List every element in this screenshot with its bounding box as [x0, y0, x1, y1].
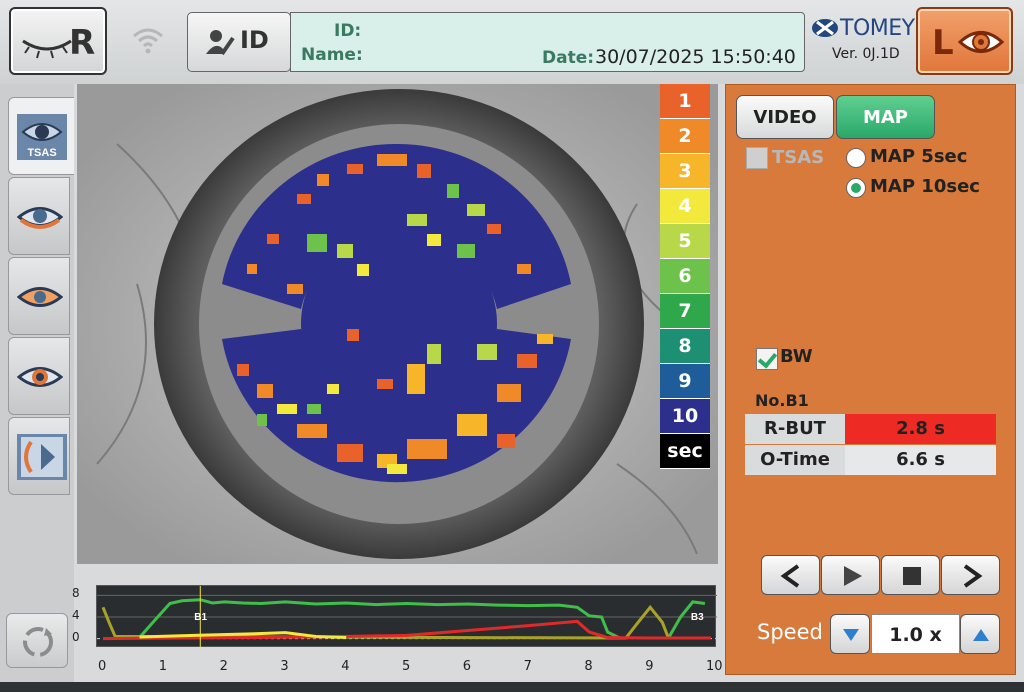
left-eye-button[interactable]: L	[916, 7, 1013, 75]
patient-info-panel: ID: Name: Date: 30/07/2025 15:50:40	[290, 12, 805, 72]
legend-item-8: 8	[660, 329, 710, 364]
eye-upper-tool-button[interactable]	[8, 177, 70, 255]
map-10sec-label: MAP 10sec	[870, 176, 980, 197]
x-tick-label: 6	[462, 659, 472, 674]
y-tick-label: 0	[72, 629, 80, 644]
eye-upper-icon	[17, 207, 63, 229]
next-button[interactable]	[941, 555, 1000, 595]
map-5sec-label: MAP 5sec	[870, 146, 968, 167]
x-tick-label: 4	[341, 659, 350, 674]
chevron-left-icon	[780, 564, 800, 588]
open-eye-icon	[958, 31, 1004, 53]
legend-item-1: 1	[660, 84, 710, 119]
legend-item-7: 7	[660, 294, 710, 329]
id-label: ID:	[334, 21, 362, 41]
rbut-label: R-BUT	[745, 414, 845, 444]
stop-icon	[903, 567, 921, 585]
previous-button[interactable]	[761, 555, 820, 595]
otime-value: 6.6 s	[845, 445, 996, 475]
version-label: Ver. 0J.1D	[832, 46, 900, 62]
play-icon	[844, 566, 862, 586]
marker-label: B3	[691, 612, 704, 623]
speed-value: 1.0 x	[871, 614, 960, 654]
eye-map-image	[77, 84, 718, 564]
eye-lower-icon	[17, 287, 63, 307]
id-button-label: ID	[240, 26, 269, 54]
x-tick-label: 10	[706, 659, 723, 674]
right-eye-label: R	[69, 23, 96, 63]
patient-id-button[interactable]: ID	[187, 12, 291, 72]
legend-item-9: 9	[660, 364, 710, 399]
wifi-icon	[133, 28, 163, 54]
video-meibo-tool-button[interactable]	[8, 417, 70, 495]
x-tick-label: 7	[523, 659, 532, 674]
left-eye-label: L	[932, 23, 954, 63]
map-5sec-radio[interactable]	[846, 148, 866, 168]
name-label: Name:	[301, 45, 363, 65]
brand-name: TOMEY	[840, 16, 915, 41]
bw-checkbox[interactable]	[756, 348, 778, 370]
rbut-value: 2.8 s	[845, 414, 996, 444]
map-10sec-radio[interactable]	[846, 178, 866, 198]
bottom-bar	[0, 682, 1024, 692]
but-graph-plot: B1 B3	[97, 586, 717, 648]
x-tick-label: 1	[158, 659, 168, 674]
x-tick-label: 8	[584, 659, 593, 674]
user-edit-icon	[206, 30, 235, 56]
legend-item-4: 4	[660, 189, 710, 224]
y-tick-label: 4	[72, 608, 80, 622]
triangle-up-icon	[973, 629, 989, 641]
play-button[interactable]	[821, 555, 880, 595]
tsas-checkbox[interactable]	[746, 147, 768, 169]
eye-iris-icon	[17, 367, 63, 387]
marker-label: B1	[194, 612, 207, 623]
x-tick-label: 0	[98, 659, 107, 674]
tomey-logo-icon	[812, 19, 838, 37]
y-tick-label: 8	[72, 586, 80, 601]
eye-lower-tool-button[interactable]	[8, 257, 70, 335]
measurement-number: No.B1	[755, 391, 809, 410]
x-tick-label: 2	[219, 659, 228, 674]
date-value: 30/07/2025 15:50:40	[595, 46, 796, 68]
triangle-down-icon	[843, 629, 859, 641]
eye-iris-tool-button[interactable]	[8, 337, 70, 415]
but-graph: B1 B3	[96, 585, 717, 648]
otime-label: O-Time	[745, 445, 845, 475]
stop-button[interactable]	[881, 555, 940, 595]
series-line-0	[138, 598, 626, 640]
legend-item-10: 10	[660, 399, 710, 434]
video-meibo-icon	[17, 434, 67, 480]
bw-checkbox-label: BW	[780, 346, 813, 367]
x-tick-label: 5	[402, 659, 411, 674]
tsas-tool-button[interactable]: TSAS	[8, 97, 74, 175]
speed-label: Speed	[757, 620, 823, 644]
legend-item-2: 2	[660, 119, 710, 154]
right-eye-button[interactable]: R	[9, 7, 107, 75]
speed-down-button[interactable]	[830, 614, 870, 654]
video-mode-button[interactable]: VIDEO	[736, 95, 834, 139]
date-label: Date:	[542, 48, 595, 68]
refresh-button[interactable]	[6, 613, 68, 668]
speed-up-button[interactable]	[960, 614, 1000, 654]
legend-item-6: 6	[660, 259, 710, 294]
x-tick-label: 3	[280, 659, 289, 674]
legend-item-sec: sec	[660, 434, 710, 469]
x-tick-label: 9	[645, 659, 654, 674]
closed-eye-icon	[22, 39, 72, 59]
legend-item-5: 5	[660, 224, 710, 259]
refresh-icon	[23, 627, 53, 657]
chevron-right-icon	[963, 564, 983, 588]
tsas-tool-label: TSAS	[27, 147, 56, 159]
time-legend: 1 2 3 4 5 6 7 8 9 10 sec	[660, 84, 710, 480]
eye-image-viewer[interactable]	[77, 84, 718, 564]
map-mode-button[interactable]: MAP	[836, 95, 935, 139]
legend-item-3: 3	[660, 154, 710, 189]
tsas-checkbox-label: TSAS	[772, 147, 825, 168]
tsas-tool-icon: TSAS	[17, 114, 67, 160]
